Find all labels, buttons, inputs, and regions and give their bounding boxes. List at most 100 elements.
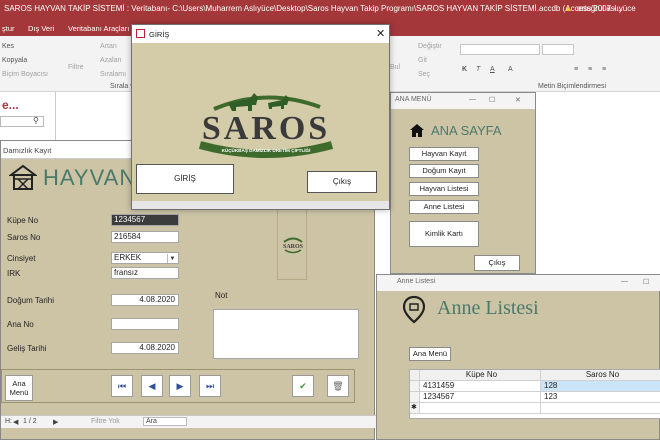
app-title-bar: SAROS HAYVAN TAKİP SİSTEMİ : Veritabanı-… xyxy=(0,0,660,20)
font-name-select[interactable] xyxy=(460,44,540,55)
anne-listesi-button[interactable]: Anne Listesi xyxy=(409,200,479,214)
next-record-button[interactable]: ▶ xyxy=(169,375,191,397)
minimize-icon[interactable]: — xyxy=(621,278,628,285)
clear-sort-button[interactable]: Sıralamı xyxy=(100,71,126,78)
replace-button[interactable]: Değiştir xyxy=(418,43,442,50)
logo-text: SAROS xyxy=(202,110,330,147)
bold-icon[interactable]: K xyxy=(462,66,467,73)
hayvan-listesi-button[interactable]: Hayvan Listesi xyxy=(409,182,479,196)
column-header-kupe-no[interactable]: Küpe No xyxy=(420,370,541,381)
table-cell[interactable]: 4131459 xyxy=(420,381,541,392)
logo-thumb-text: SAROS xyxy=(283,244,304,250)
maximize-icon[interactable]: ☐ xyxy=(643,278,649,286)
table-cell[interactable]: 128 xyxy=(541,381,660,392)
exit-button[interactable]: Çıkış xyxy=(307,171,377,193)
home-icon xyxy=(410,124,424,137)
row-selector[interactable] xyxy=(410,381,420,392)
row-selector[interactable] xyxy=(410,392,420,403)
kupe-no-field[interactable]: 1234567 xyxy=(111,214,179,226)
dogum-kayit-button[interactable]: Doğum Kayıt xyxy=(409,164,479,178)
last-record-button[interactable]: ⏭ xyxy=(199,375,221,397)
delete-record-button[interactable]: 🗑 xyxy=(327,375,349,397)
form-tab-title[interactable]: Damızlık Kayıt xyxy=(3,146,51,155)
ana-no-field[interactable] xyxy=(111,318,179,330)
filter-status[interactable]: Filtre Yok xyxy=(91,418,120,425)
location-pin-icon xyxy=(402,295,426,324)
cinsiyet-select[interactable]: ERKEK ▼ xyxy=(111,252,179,264)
chevron-down-icon[interactable]: ▼ xyxy=(167,254,177,263)
record-search-input[interactable]: Ara xyxy=(143,417,187,426)
tab-veritabani-araclari[interactable]: Veritabanı Araçları xyxy=(68,24,129,33)
saros-no-field[interactable]: 216584 xyxy=(111,231,179,243)
table-cell[interactable]: 1234567 xyxy=(420,392,541,403)
tab-dis-veri[interactable]: Dış Veri xyxy=(28,24,54,33)
irk-field[interactable]: fransız xyxy=(111,267,179,279)
align-right-icon[interactable]: ≡ xyxy=(602,66,606,73)
saros-logo: SAROS KÜÇÜKBAŞ DAMIZLIK ÜRETİM ÇİFTLİĞİ xyxy=(198,93,334,158)
navigation-pane-title[interactable]: e... xyxy=(2,98,19,112)
italic-icon[interactable]: T xyxy=(476,66,480,73)
find-button[interactable]: Bul xyxy=(390,64,400,71)
record-nav-next-icon[interactable]: ▶ xyxy=(53,418,58,426)
user-name[interactable]: ertuğrul aslıyüce xyxy=(577,4,636,13)
dogum-tarihi-field[interactable]: 4.08.2020 xyxy=(111,294,179,306)
align-left-icon[interactable]: ≡ xyxy=(574,66,578,73)
dogum-tarihi-label: Doğum Tarihi xyxy=(7,296,54,305)
gelis-tarihi-field[interactable]: 4.08.2020 xyxy=(111,342,179,354)
saros-logo-thumb: SAROS xyxy=(277,207,307,280)
font-size-select[interactable] xyxy=(542,44,574,55)
copy-button[interactable]: Kopyala xyxy=(2,57,27,64)
giris-dialog: GİRİŞ ✕ SAROS KÜÇÜKBAŞ DAMIZLIK ÜRETİM Ç… xyxy=(131,24,390,210)
anne-listesi-titlebar: Anne Listesi — ☐ xyxy=(377,275,660,291)
cinsiyet-value: ERKEK xyxy=(114,253,142,262)
previous-record-button[interactable]: ◀ xyxy=(141,375,163,397)
form-title: HAYVAN xyxy=(43,165,137,190)
record-nav-position[interactable]: 1 / 2 xyxy=(23,418,37,425)
search-icon[interactable]: ⚲ xyxy=(33,116,39,125)
navigation-pane: e... ⚲ xyxy=(0,92,56,140)
kupe-no-label: Küpe No xyxy=(7,216,39,225)
record-nav-first-icon[interactable]: ◀ xyxy=(13,418,18,426)
underline-icon[interactable]: A xyxy=(490,66,495,73)
format-painter-button[interactable]: Biçim Boyacısı xyxy=(2,71,48,78)
tab-olustur[interactable]: ştur xyxy=(2,24,15,33)
anne-listesi-ana-menu-button[interactable]: Ana Menü xyxy=(409,347,451,361)
sort-descending-button[interactable]: Azalan xyxy=(100,57,121,64)
kimlik-karti-button[interactable]: Kimlik Kartı xyxy=(409,221,479,247)
new-record-marker[interactable]: ✱ xyxy=(410,403,420,414)
hayvan-kayit-button[interactable]: Hayvan Kayıt xyxy=(409,147,479,161)
first-record-button[interactable]: ⏮ xyxy=(111,375,133,397)
ana-no-label: Ana No xyxy=(7,320,34,329)
row-selector-header[interactable] xyxy=(410,370,420,381)
ana-menu-window: ANA MENÜ — ☐ ✕ ANA SAYFA Hayvan Kayıt Do… xyxy=(390,92,536,274)
giris-dialog-title: GİRİŞ xyxy=(149,30,170,39)
animal-silhouettes xyxy=(228,93,289,111)
table-cell[interactable]: 123 xyxy=(541,392,660,403)
login-button[interactable]: GİRİŞ xyxy=(136,164,234,194)
not-field[interactable] xyxy=(213,309,359,359)
trash-icon: 🗑 xyxy=(332,381,344,391)
new-record-cell[interactable] xyxy=(541,403,660,414)
saros-no-label: Saros No xyxy=(7,233,41,242)
minimize-icon[interactable]: — xyxy=(469,96,476,103)
filter-button[interactable]: Filtre xyxy=(68,64,84,71)
select-button[interactable]: Seç xyxy=(418,71,430,78)
close-icon[interactable]: ✕ xyxy=(376,27,385,40)
warning-icon[interactable]: ▲ xyxy=(564,3,573,13)
cut-button[interactable]: Kes xyxy=(2,43,14,50)
close-icon[interactable]: ✕ xyxy=(515,96,521,104)
save-record-button[interactable]: ✔ xyxy=(292,375,314,397)
maximize-icon[interactable]: ☐ xyxy=(489,96,495,104)
gelis-tarihi-label: Geliş Tarihi xyxy=(7,344,47,353)
sort-ascending-button[interactable]: Artan xyxy=(100,43,117,50)
goto-button[interactable]: Git xyxy=(418,57,427,64)
font-color-icon[interactable]: A xyxy=(508,66,513,73)
previous-record-icon: ◀ xyxy=(148,381,156,391)
align-center-icon[interactable]: ≡ xyxy=(588,66,592,73)
text-format-group-label: Metin Biçimlendirmesi xyxy=(538,83,607,90)
not-label: Not xyxy=(215,291,228,300)
new-record-cell[interactable] xyxy=(420,403,541,414)
ana-menu-exit-button[interactable]: Çıkış xyxy=(474,255,520,271)
ana-menu-button[interactable]: Ana Menü xyxy=(5,375,33,401)
column-header-saros-no[interactable]: Saros No xyxy=(541,370,660,381)
